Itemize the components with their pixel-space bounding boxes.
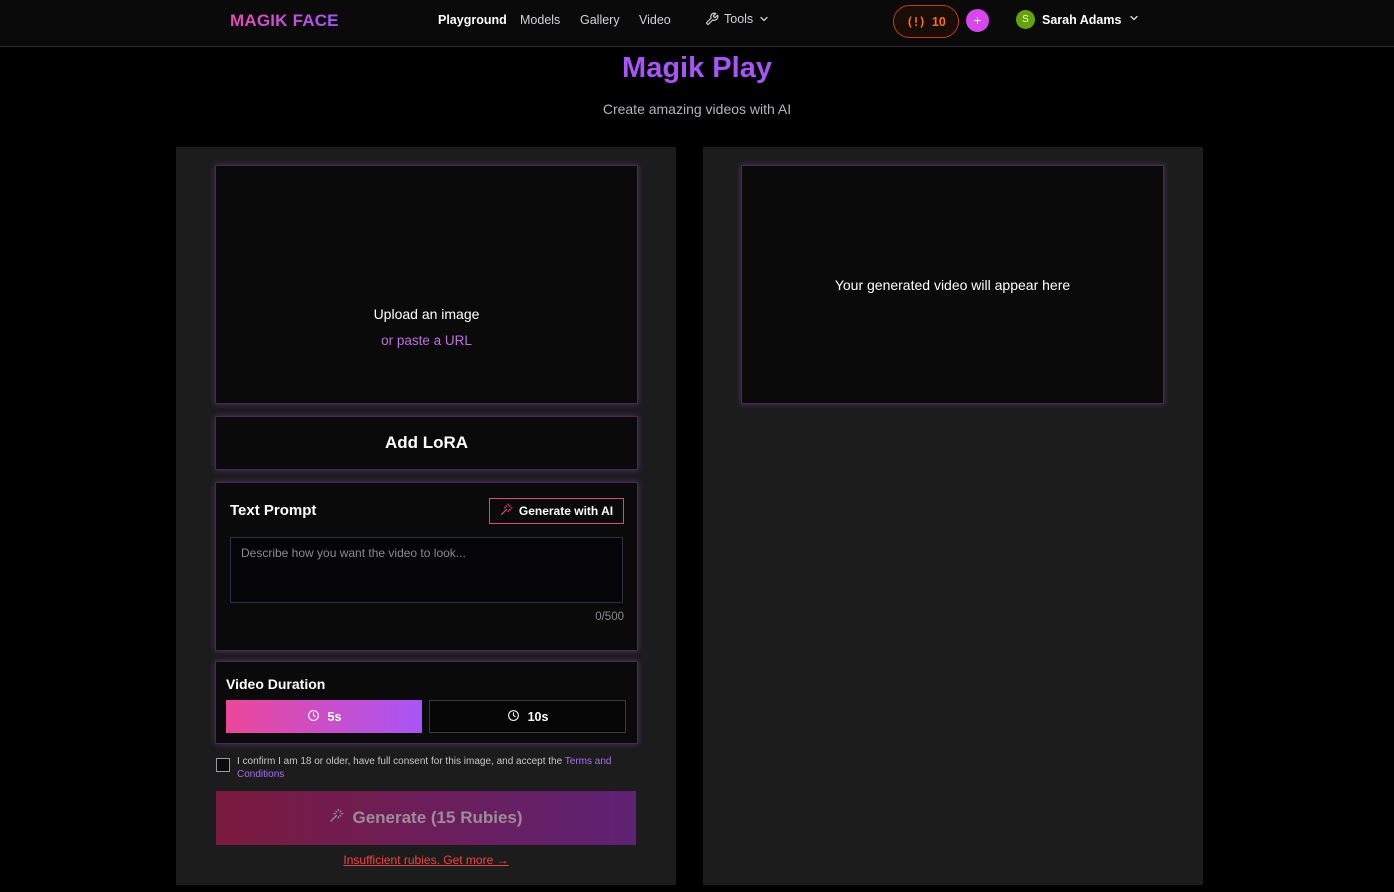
text-prompt-section: Text Prompt Generate with AI 0/500 (215, 482, 638, 651)
ruby-balance[interactable]: (!) 10 (893, 5, 959, 38)
app-logo[interactable]: MAGIK FACE (230, 11, 339, 31)
top-nav: MAGIK FACE Playground Models Gallery Vid… (0, 0, 1394, 47)
prompt-textarea[interactable] (230, 537, 623, 603)
magic-wand-icon (329, 808, 344, 828)
generate-label: Generate (15 Rubies) (352, 808, 523, 827)
duration-5s-button[interactable]: 5s (226, 700, 422, 733)
paste-url-link[interactable]: or paste a URL (216, 333, 637, 348)
video-duration-section: Video Duration 5s 10s (215, 661, 638, 744)
ruby-count: 10 (931, 14, 946, 29)
consent-row: I confirm I am 18 or older, have full co… (216, 755, 640, 781)
page-title: Magik Play (622, 52, 772, 84)
char-counter: 0/500 (595, 611, 624, 623)
video-preview: Your generated video will appear here (741, 165, 1164, 404)
nav-link-video[interactable]: Video (639, 13, 671, 27)
image-upload-dropzone[interactable]: Upload an image or paste a URL (215, 165, 638, 404)
nav-link-gallery[interactable]: Gallery (580, 13, 620, 27)
user-menu[interactable]: S Sarah Adams (1016, 10, 1140, 29)
chevron-down-icon (1128, 11, 1140, 29)
add-lora-button[interactable]: Add LoRA (215, 416, 638, 470)
generate-with-ai-button[interactable]: Generate with AI (489, 498, 624, 524)
consent-text: I confirm I am 18 or older, have full co… (237, 755, 640, 781)
generate-button[interactable]: Generate (15 Rubies) (216, 791, 636, 845)
avatar: S (1016, 10, 1035, 29)
ruby-icon: (!) (906, 14, 926, 29)
page-subtitle: Create amazing videos with AI (602, 101, 792, 117)
tools-label: Tools (724, 12, 754, 26)
chevron-down-icon (758, 13, 770, 25)
duration-10s-label: 10s (527, 709, 549, 724)
insufficient-rubies-link[interactable]: Insufficient rubies. Get more → (176, 853, 676, 867)
consent-checkbox[interactable] (216, 758, 230, 772)
clock-icon (307, 709, 320, 725)
duration-10s-button[interactable]: 10s (429, 700, 626, 733)
generate-with-ai-label: Generate with AI (518, 504, 614, 518)
nav-link-models[interactable]: Models (520, 13, 560, 27)
duration-5s-label: 5s (327, 709, 342, 724)
preview-panel: Your generated video will appear here (703, 147, 1203, 885)
add-rubies-button[interactable]: + (966, 9, 989, 32)
user-name: Sarah Adams (1042, 12, 1122, 27)
consent-label: I confirm I am 18 or older, have full co… (237, 756, 565, 767)
magic-wand-icon (500, 503, 513, 519)
add-lora-label: Add LoRA (384, 433, 469, 452)
controls-panel: Upload an image or paste a URL Add LoRA … (176, 147, 676, 885)
text-prompt-title: Text Prompt (230, 502, 317, 519)
nav-link-playground[interactable]: Playground (438, 13, 507, 27)
preview-placeholder: Your generated video will appear here (834, 276, 1071, 293)
upload-title: Upload an image (373, 306, 480, 322)
clock-icon (507, 709, 520, 725)
video-duration-title: Video Duration (226, 676, 326, 692)
wrench-icon (705, 12, 719, 26)
tools-menu[interactable]: Tools (705, 12, 770, 26)
